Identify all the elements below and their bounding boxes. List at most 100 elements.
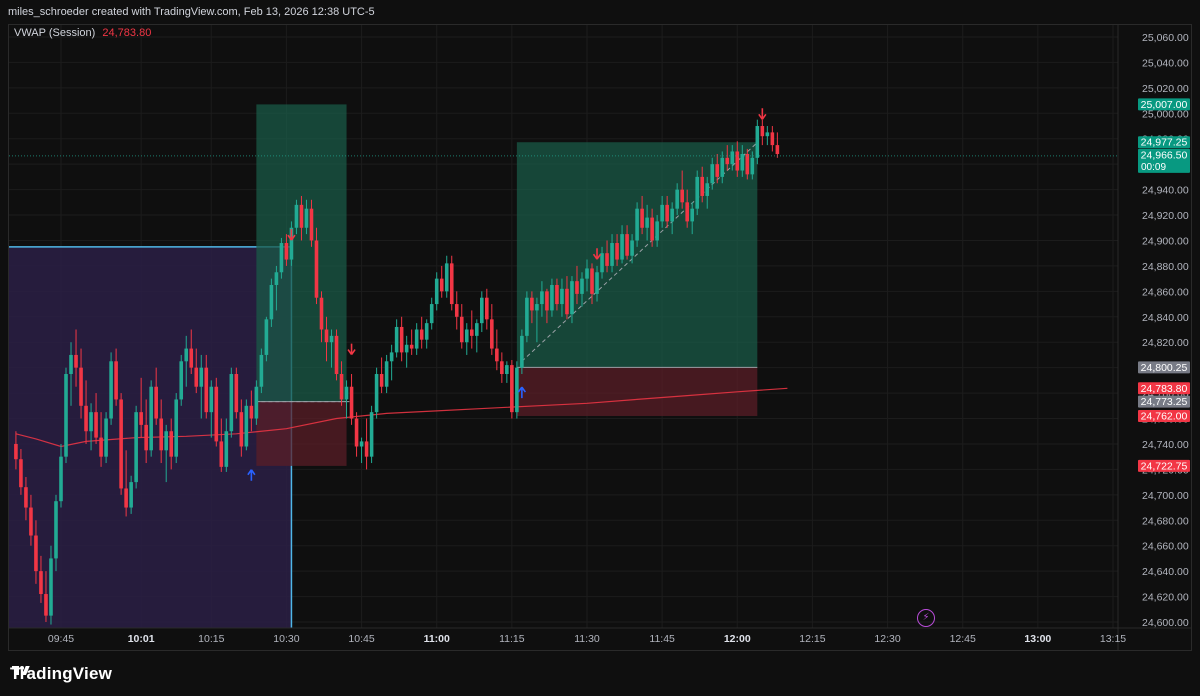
candle-body xyxy=(485,297,489,320)
candle-body xyxy=(49,558,53,616)
candle-body xyxy=(179,361,184,400)
candle-body xyxy=(224,431,229,467)
candle-body xyxy=(219,441,224,467)
candle-body xyxy=(424,323,429,340)
candle-body xyxy=(129,482,133,508)
candle-body xyxy=(379,374,384,387)
candle-body xyxy=(600,253,604,273)
long-position-loss-zone xyxy=(516,367,758,416)
candle-body xyxy=(495,348,499,362)
candle-body xyxy=(665,204,669,222)
candle-body xyxy=(64,374,68,457)
candle-body xyxy=(314,240,319,298)
candle-body xyxy=(134,412,138,483)
candle-body xyxy=(89,412,93,432)
candle-body xyxy=(535,304,539,311)
candle-body xyxy=(104,418,108,457)
candle-body xyxy=(389,352,394,362)
candle-body xyxy=(14,443,18,460)
candle-body xyxy=(109,361,113,419)
candle-body xyxy=(540,291,544,305)
price-badge-label: 25,007.00 xyxy=(1141,99,1188,111)
candle-body xyxy=(259,354,264,387)
candle-body xyxy=(369,412,374,457)
candle-body xyxy=(319,297,324,330)
candle-body xyxy=(680,189,684,203)
candle-body xyxy=(459,316,464,343)
price-tick-label: 25,040.00 xyxy=(1142,57,1189,69)
indicator-legend[interactable]: VWAP (Session) 24,783.80 xyxy=(14,27,151,39)
candle-body xyxy=(234,374,239,413)
candle-body xyxy=(660,204,664,222)
candle-body xyxy=(490,319,494,349)
time-tick-label: 10:30 xyxy=(273,633,299,645)
price-tick-label: 24,840.00 xyxy=(1142,312,1189,324)
candle-body xyxy=(34,535,38,572)
candle-body xyxy=(359,441,364,447)
candle-body xyxy=(209,386,214,413)
time-tick-label: 11:15 xyxy=(499,633,525,645)
time-tick-label: 10:45 xyxy=(348,633,374,645)
price-tick-label: 24,880.00 xyxy=(1142,261,1189,273)
candle-body xyxy=(309,208,314,241)
candle-body xyxy=(505,365,509,375)
candle-body xyxy=(640,208,644,228)
candle-body xyxy=(244,405,249,447)
price-tick-label: 24,700.00 xyxy=(1142,490,1189,502)
candle-body xyxy=(374,374,379,413)
replay-lightning-icon[interactable]: ⚡ xyxy=(917,609,935,627)
candle-body xyxy=(394,326,399,353)
candle-body xyxy=(99,437,103,457)
candle-body xyxy=(530,297,534,311)
candle-body xyxy=(249,405,254,419)
candle-body xyxy=(304,208,309,228)
candle-body xyxy=(154,386,158,419)
candle-body xyxy=(329,335,334,343)
price-badge-label: 24,966.50 xyxy=(1141,149,1188,161)
time-tick-label: 12:15 xyxy=(799,633,825,645)
candle-body xyxy=(299,204,304,228)
time-tick-label: 12:00 xyxy=(724,633,751,645)
candle-body xyxy=(550,284,554,311)
price-tick-label: 24,740.00 xyxy=(1142,439,1189,451)
candle-body xyxy=(545,291,549,311)
candlestick-chart[interactable]: 24,600.00 24,620.00 24,640.00 24,660.00 24,6… xyxy=(0,0,1200,651)
candle-body xyxy=(354,418,359,447)
candle-body xyxy=(349,386,354,419)
candle-body xyxy=(159,418,163,451)
candle-body xyxy=(469,329,474,336)
candle-body xyxy=(79,367,83,406)
candle-body xyxy=(670,208,674,222)
candle-body xyxy=(279,243,284,273)
candle-body xyxy=(590,268,594,294)
candle-body xyxy=(149,386,153,451)
price-badge-label: 24,800.25 xyxy=(1141,362,1188,374)
candle-body xyxy=(570,281,574,315)
sell-arrow-icon xyxy=(347,343,356,356)
time-tick-label: 11:45 xyxy=(649,633,675,645)
candle-body xyxy=(239,412,244,447)
candle-body xyxy=(595,272,599,294)
candle-body xyxy=(650,217,654,241)
price-tick-label: 24,620.00 xyxy=(1142,592,1189,604)
candle-body xyxy=(339,374,344,400)
candle-body xyxy=(84,405,88,432)
plot-area xyxy=(9,104,1118,628)
candle-body xyxy=(725,157,730,165)
candle-body xyxy=(715,164,720,177)
candle-body xyxy=(364,441,369,457)
candle-body xyxy=(419,329,424,340)
candle-body xyxy=(449,263,454,305)
candle-body xyxy=(765,132,770,137)
tradingview-logo[interactable]: TradingView xyxy=(10,664,112,684)
legend-indicator-value: 24,783.80 xyxy=(102,27,152,39)
candle-body xyxy=(454,304,459,317)
candle-body xyxy=(174,399,179,457)
candle-body xyxy=(204,367,209,413)
price-badge-countdown: 00:09 xyxy=(1141,162,1166,173)
candle-body xyxy=(434,278,439,305)
candle-body xyxy=(384,361,389,387)
price-tick-label: 25,060.00 xyxy=(1142,32,1189,44)
candle-body xyxy=(645,217,649,228)
candle-body xyxy=(344,386,349,400)
